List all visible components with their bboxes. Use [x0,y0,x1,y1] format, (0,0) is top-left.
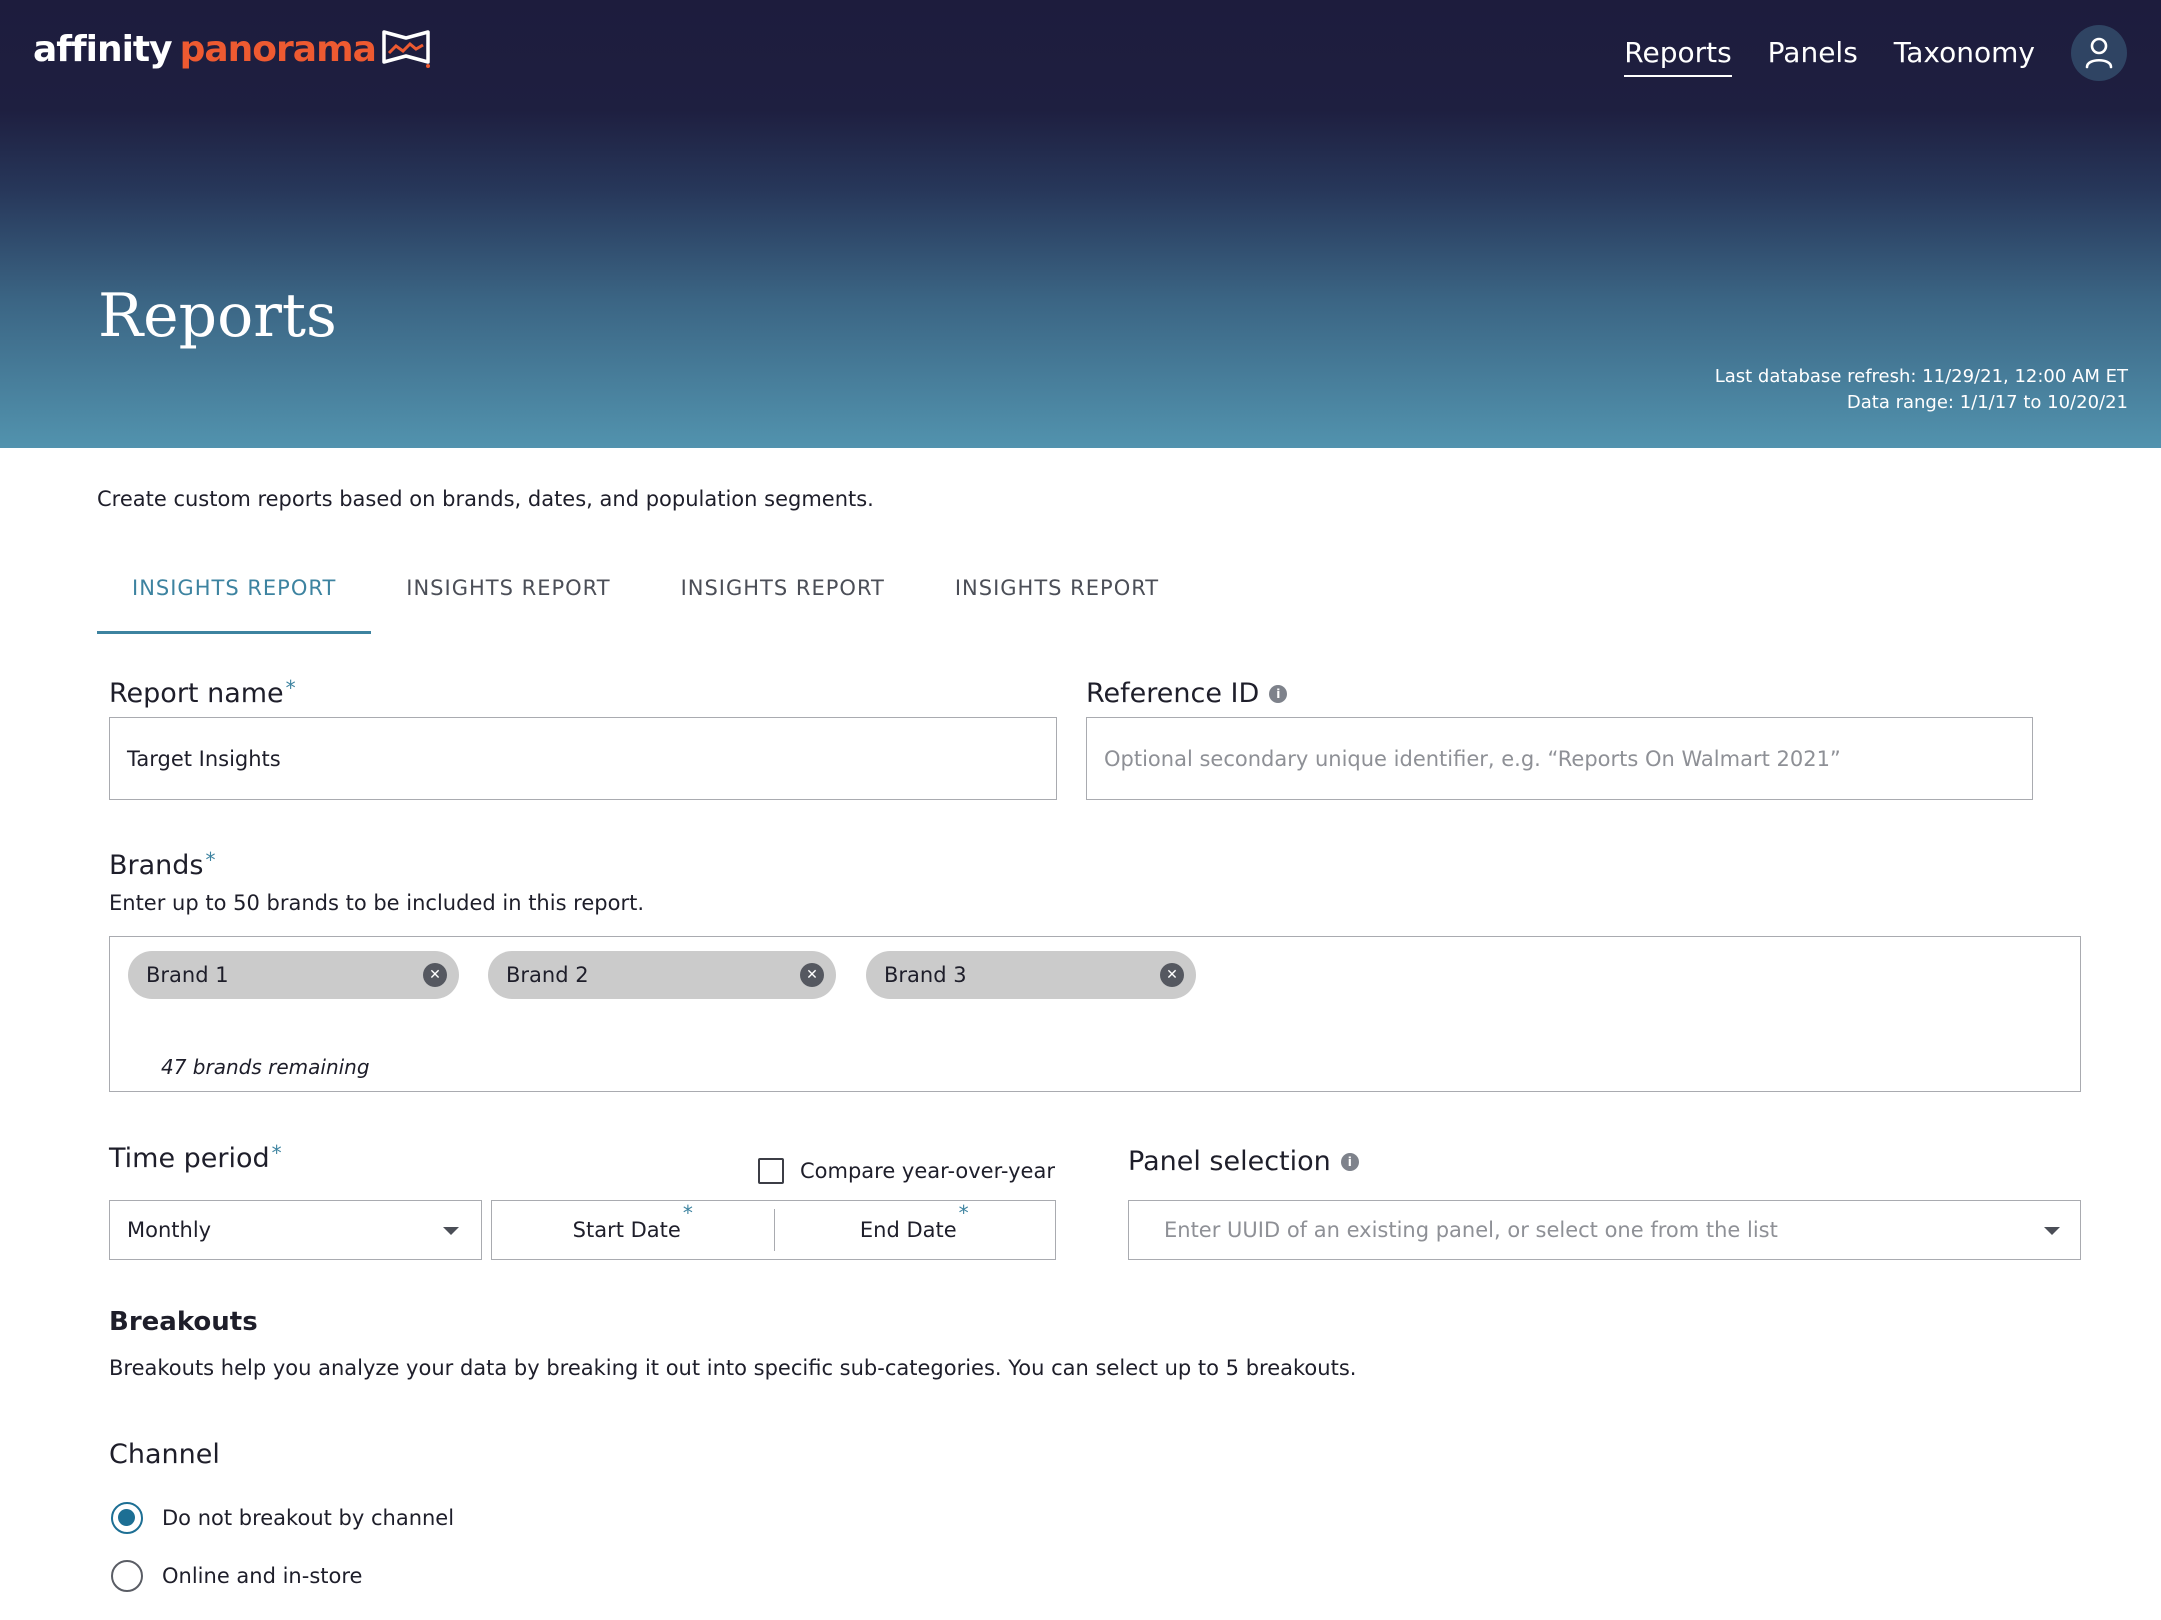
tab-insights-report-3[interactable]: INSIGHTS REPORT [646,566,920,622]
time-period-select[interactable]: Monthly [109,1200,482,1260]
start-date-field[interactable]: Start Date * [492,1201,774,1259]
logo-text-panorama: panorama [179,29,377,70]
remove-chip-icon[interactable]: ✕ [423,963,447,987]
brand-chip: Brand 1 ✕ [128,951,459,999]
report-name-value: Target Insights [127,746,281,771]
panel-selection-placeholder: Enter UUID of an existing panel, or sele… [1164,1218,1778,1242]
compare-checkbox-label: Compare year-over-year [800,1159,1055,1183]
top-navigation: Reports Panels Taxonomy [1624,20,2161,86]
database-info: Last database refresh: 11/29/21, 12:00 A… [1715,364,2128,416]
info-icon[interactable]: i [1340,1153,1359,1171]
panel-selection-label: Panel selection i [1128,1144,1359,1180]
brands-label-text: Brands [109,850,204,881]
radio-label: Online and in-store [162,1564,363,1588]
reference-id-label: Reference ID i [1086,676,1288,712]
required-mark: * [271,1141,282,1165]
profile-button[interactable] [2071,25,2127,81]
radio-label: Do not breakout by channel [162,1506,455,1530]
brands-remaining-text: 47 brands remaining [161,1055,370,1079]
brands-input[interactable]: Brand 1 ✕ Brand 2 ✕ Brand 3 ✕ 47 brands … [109,936,2081,1092]
tab-insights-report-4[interactable]: INSIGHTS REPORT [920,566,1194,622]
reference-id-label-text: Reference ID [1086,678,1260,709]
required-mark: * [205,848,216,872]
required-mark: * [682,1201,693,1225]
brands-label: Brands * [109,848,216,884]
info-icon[interactable]: i [1269,685,1288,703]
radio-button[interactable] [111,1560,143,1592]
report-name-label: Report name * [109,676,296,712]
panorama-flag-icon [380,28,432,68]
reference-id-input[interactable]: Optional secondary unique identifier, e.… [1086,717,2033,800]
panel-selection-label-text: Panel selection [1128,1146,1331,1177]
time-period-value: Monthly [127,1218,212,1242]
dropdown-arrow-icon [2044,1227,2060,1235]
reference-id-placeholder: Optional secondary unique identifier, e.… [1104,746,1841,771]
time-period-label: Time period * [109,1141,282,1177]
brands-helper-text: Enter up to 50 brands to be included in … [109,891,644,915]
start-date-label: Start Date [572,1218,681,1242]
compare-checkbox[interactable] [758,1158,784,1184]
tab-insights-report-1[interactable]: INSIGHTS REPORT [97,566,372,634]
brand-chip-label: Brand 1 [146,963,229,987]
last-refresh-text: Last database refresh: 11/29/21, 12:00 A… [1714,366,2128,387]
logo-text-affinity: affinity [33,29,173,70]
compare-year-over-year[interactable]: Compare year-over-year [758,1156,1055,1186]
nav-taxonomy[interactable]: Taxonomy [1894,35,2035,71]
report-tabs: INSIGHTS REPORT INSIGHTS REPORT INSIGHTS… [97,566,1194,634]
data-range-text: Data range: 1/1/17 to 10/20/21 [1846,392,2128,413]
breakouts-title: Breakouts [109,1307,258,1337]
date-range-picker[interactable]: Start Date * End Date * [491,1200,1056,1260]
dropdown-arrow-icon [443,1227,459,1235]
nav-panels[interactable]: Panels [1768,35,1858,71]
time-period-label-text: Time period [109,1143,270,1174]
brand-chip: Brand 2 ✕ [488,951,836,999]
channel-option-online-instore[interactable]: Online and in-store [111,1560,362,1592]
channel-option-no-breakout[interactable]: Do not breakout by channel [111,1502,454,1534]
breakouts-description: Breakouts help you analyze your data by … [109,1356,1357,1380]
page-title: Reports [98,281,337,351]
report-name-input[interactable]: Target Insights [109,717,1057,800]
report-name-label-text: Report name [109,678,284,709]
channel-title: Channel [109,1439,220,1470]
required-mark: * [958,1201,969,1225]
remove-chip-icon[interactable]: ✕ [800,963,824,987]
tab-insights-report-2[interactable]: INSIGHTS REPORT [371,566,645,622]
panel-selection-select[interactable]: Enter UUID of an existing panel, or sele… [1128,1200,2081,1260]
intro-text: Create custom reports based on brands, d… [97,487,874,511]
brand-chip-label: Brand 3 [884,963,967,987]
nav-reports[interactable]: Reports [1624,35,1733,77]
end-date-field[interactable]: End Date * [773,1201,1056,1259]
remove-chip-icon[interactable]: ✕ [1160,963,1184,987]
radio-button-selected[interactable] [111,1502,143,1534]
brand-chip: Brand 3 ✕ [866,951,1196,999]
page-header: affinity panorama Reports Panels Taxonom… [0,0,2161,448]
affinity-panorama-logo[interactable]: affinity panorama [33,24,432,72]
end-date-label: End Date [859,1218,957,1242]
required-mark: * [285,676,296,700]
user-icon [2085,37,2113,69]
brand-chip-label: Brand 2 [506,963,589,987]
